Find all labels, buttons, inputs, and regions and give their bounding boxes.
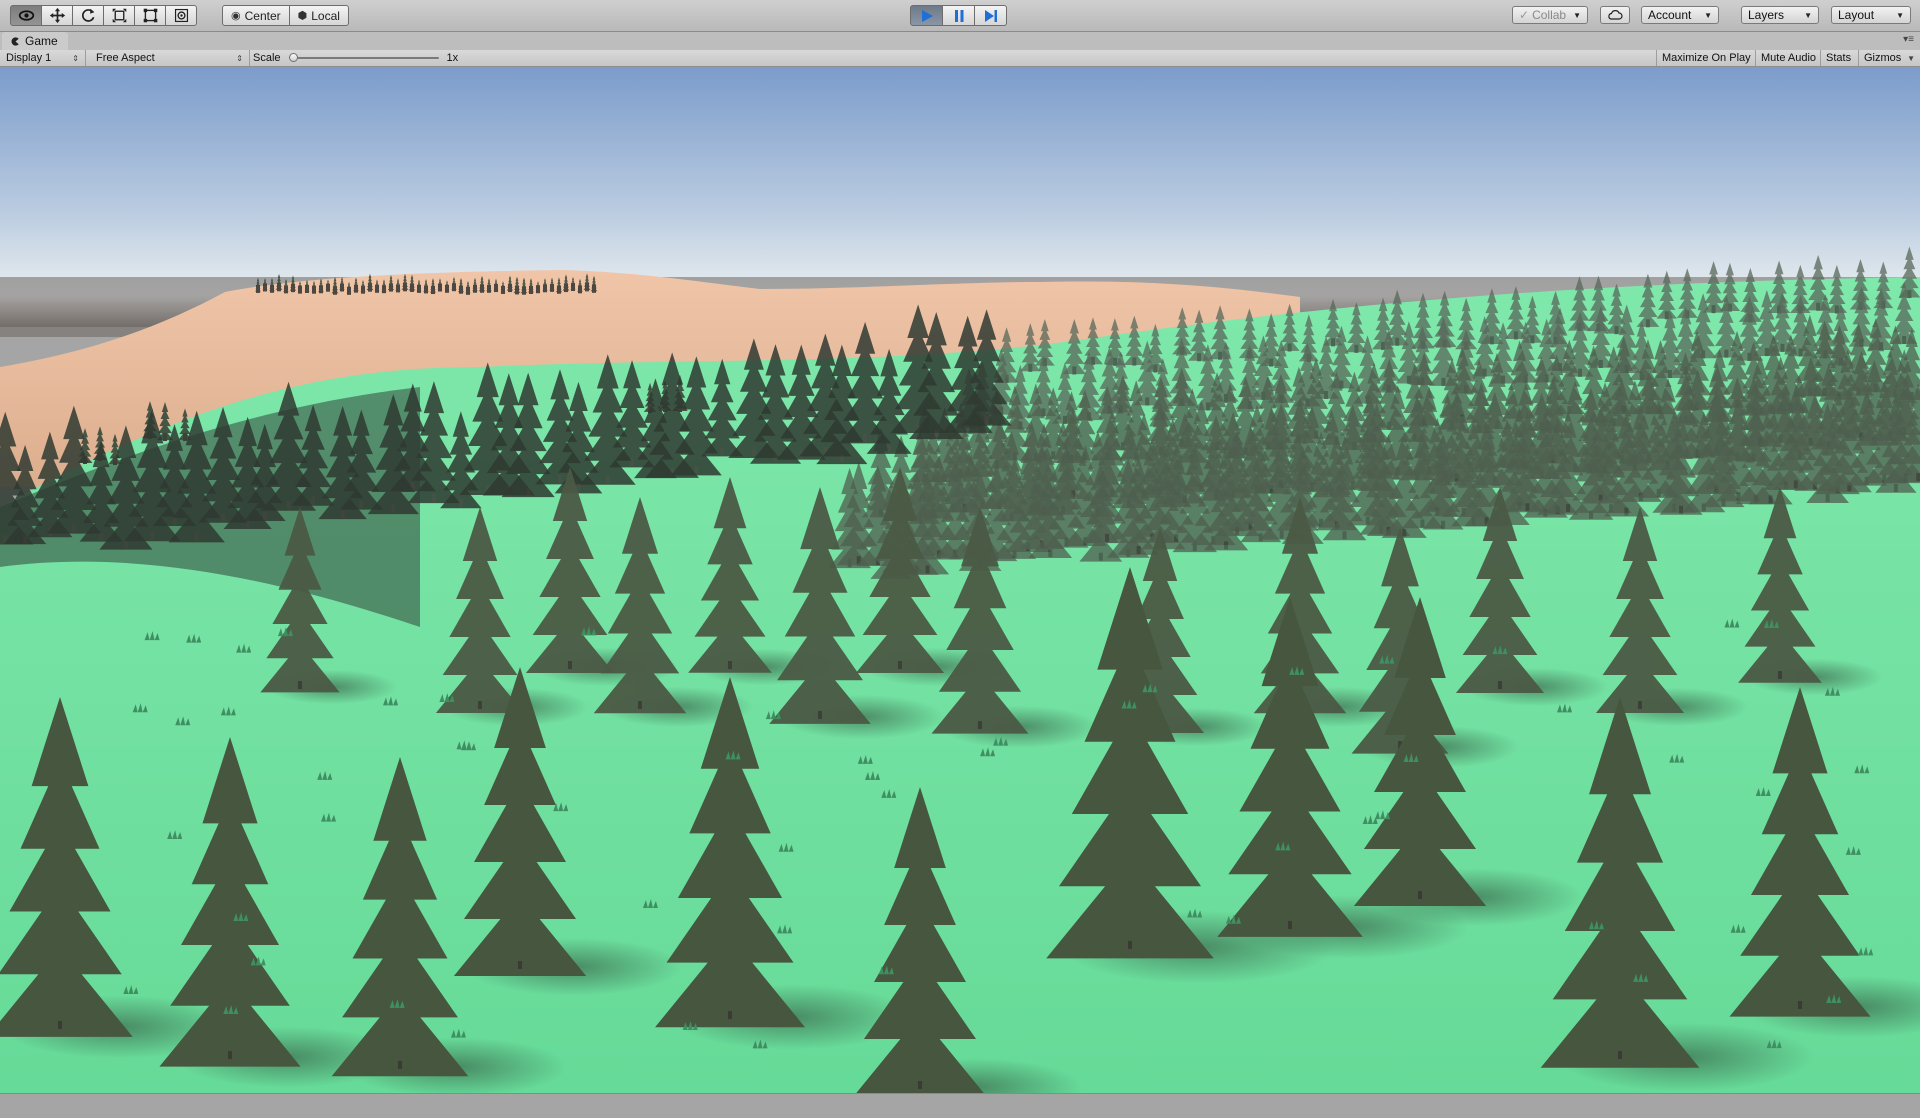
- aspect-select[interactable]: Free Aspect ⇕: [90, 50, 250, 66]
- layers-dropdown[interactable]: Layers ▼: [1741, 6, 1819, 24]
- tab-game[interactable]: Game: [2, 32, 68, 50]
- mute-audio-toggle[interactable]: Mute Audio: [1755, 50, 1821, 66]
- rotate-tool-icon: [81, 8, 94, 22]
- chevron-down-icon: ▼: [1907, 53, 1915, 63]
- gizmos-dropdown[interactable]: Gizmos ▼: [1858, 50, 1920, 66]
- scale-control: Scale 1x: [253, 50, 458, 66]
- play-icon: [921, 9, 933, 22]
- pivot-toggles: ◉ Center ⬢ Local: [222, 5, 349, 26]
- step-button[interactable]: [975, 5, 1007, 26]
- view-tool-button[interactable]: [10, 5, 42, 26]
- scale-slider[interactable]: [288, 50, 439, 66]
- scale-tool-button[interactable]: [104, 5, 135, 26]
- layers-label: Layers: [1748, 8, 1785, 22]
- rect-tool-icon: [143, 8, 157, 23]
- collab-check-icon: ✓: [1519, 8, 1530, 22]
- step-icon: [984, 9, 997, 22]
- pause-icon: [954, 9, 963, 22]
- gizmos-label: Gizmos: [1864, 52, 1902, 64]
- chevron-down-icon: ▼: [1704, 10, 1712, 20]
- game-viewport[interactable]: [0, 67, 1920, 1093]
- rect-tool-button[interactable]: [135, 5, 166, 26]
- collab-dropdown[interactable]: ✓ Collab ▼: [1512, 6, 1588, 24]
- updown-icon: ⇕: [72, 53, 79, 63]
- play-button[interactable]: [910, 5, 943, 26]
- display-select[interactable]: Display 1 ⇕: [0, 50, 86, 66]
- main-toolbar: ◉ Center ⬢ Local ✓ Collab ▼ Account ▼ La…: [0, 0, 1920, 32]
- cloud-icon: [1608, 10, 1623, 20]
- layout-dropdown[interactable]: Layout ▼: [1831, 6, 1911, 24]
- stats-toggle[interactable]: Stats: [1820, 50, 1856, 66]
- move-tool-icon: [49, 7, 65, 24]
- stats-label: Stats: [1826, 52, 1852, 64]
- collab-label: Collab: [1532, 8, 1567, 22]
- cloud-button[interactable]: [1600, 6, 1630, 24]
- view-tool-icon: [18, 10, 34, 21]
- chevron-down-icon: ▼: [1573, 10, 1581, 20]
- maximize-on-play-label: Maximize On Play: [1662, 52, 1751, 64]
- scale-value: 1x: [446, 52, 459, 64]
- maximize-on-play-toggle[interactable]: Maximize On Play: [1656, 50, 1756, 66]
- aspect-select-label: Free Aspect: [96, 52, 155, 64]
- pivot-mode-label: Center: [244, 8, 281, 23]
- pivot-rotation-button[interactable]: ⬢ Local: [289, 5, 349, 26]
- playmode-controls: [910, 5, 1007, 26]
- game-view-toolbar: Display 1 ⇕ Free Aspect ⇕ Scale 1x Maxim…: [0, 50, 1920, 67]
- pause-button[interactable]: [943, 5, 975, 26]
- display-select-label: Display 1: [6, 52, 52, 64]
- scale-slider-track: [288, 57, 439, 59]
- rotate-tool-button[interactable]: [73, 5, 104, 26]
- scale-label: Scale: [253, 52, 281, 64]
- mute-audio-label: Mute Audio: [1761, 52, 1817, 64]
- account-label: Account: [1648, 8, 1692, 22]
- transform-tool-icon: [174, 8, 188, 23]
- pivot-icon: ◉: [231, 10, 241, 22]
- chevron-down-icon: ▼: [1804, 10, 1812, 20]
- move-tool-button[interactable]: [42, 5, 73, 26]
- local-icon: ⬢: [297, 10, 308, 22]
- pivot-rotation-label: Local: [311, 8, 340, 23]
- scale-slider-handle[interactable]: [288, 53, 298, 62]
- game-scene-render: [0, 67, 1920, 1093]
- tab-bar: Game ▾≡: [0, 32, 1920, 51]
- tab-game-label: Game: [25, 34, 58, 48]
- updown-icon: ⇕: [236, 53, 243, 63]
- layout-label: Layout: [1838, 8, 1875, 22]
- game-tab-icon: [11, 36, 19, 46]
- tab-menu-icon[interactable]: ▾≡: [1903, 34, 1914, 45]
- transform-tool-button[interactable]: [166, 5, 197, 26]
- pivot-mode-button[interactable]: ◉ Center: [222, 5, 290, 26]
- scale-tool-icon: [112, 8, 126, 23]
- chevron-down-icon: ▼: [1896, 10, 1904, 20]
- status-strip: [0, 1093, 1920, 1118]
- transform-tools: [10, 5, 197, 26]
- account-dropdown[interactable]: Account ▼: [1641, 6, 1719, 24]
